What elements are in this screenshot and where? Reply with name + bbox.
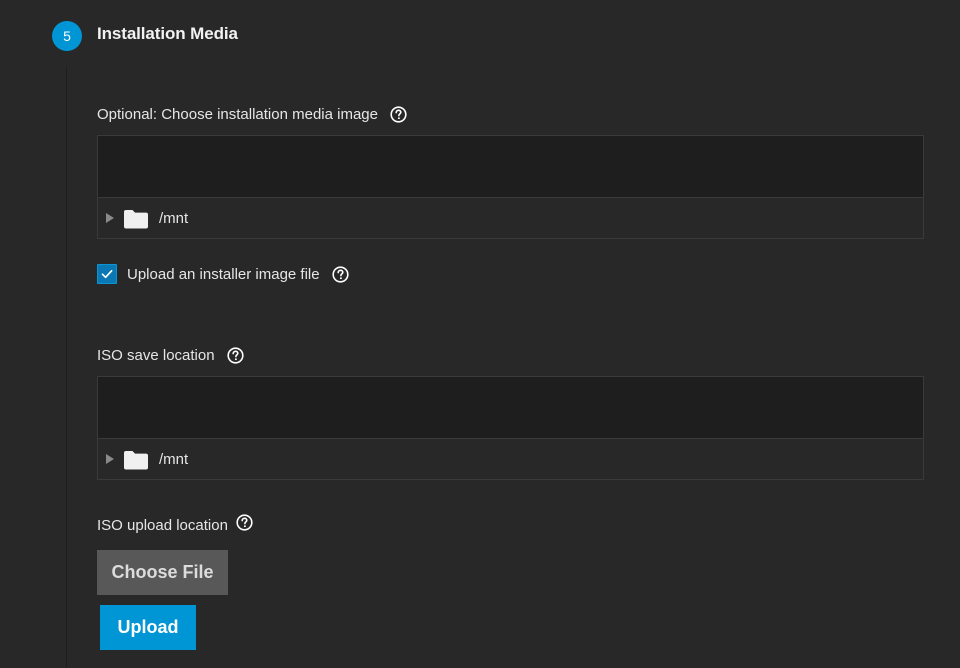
installation-media-field: Optional: Choose installation media imag…: [97, 106, 407, 123]
tree-node-mnt[interactable]: /mnt: [98, 198, 923, 239]
tree-header: [98, 377, 923, 439]
tree-node-mnt[interactable]: /mnt: [98, 439, 923, 480]
iso-upload-location-field: ISO upload location: [97, 514, 253, 534]
iso-upload-location-label: ISO upload location: [97, 517, 228, 534]
help-circle-icon[interactable]: [332, 265, 349, 283]
installation-media-label: Optional: Choose installation media imag…: [97, 106, 378, 123]
checkmark-icon: [101, 269, 113, 279]
upload-installer-checkbox[interactable]: [97, 264, 117, 284]
stepper-line: [66, 66, 67, 668]
help-circle-icon[interactable]: [226, 347, 244, 364]
choose-file-button[interactable]: Choose File: [97, 550, 228, 595]
help-circle-icon[interactable]: [390, 106, 407, 123]
iso-save-location-field: ISO save location: [97, 347, 244, 364]
upload-button[interactable]: Upload: [100, 605, 196, 650]
tree-header: [98, 136, 923, 198]
help-circle-icon[interactable]: [236, 514, 253, 531]
step-title: Installation Media: [97, 24, 238, 43]
upload-installer-checkbox-row[interactable]: Upload an installer image file: [97, 264, 349, 284]
iso-save-location-tree: /mnt: [97, 376, 924, 480]
iso-save-location-label: ISO save location: [97, 347, 215, 364]
triangle-right-icon[interactable]: [106, 212, 114, 223]
tree-node-label: /mnt: [159, 451, 189, 468]
installation-media-tree: /mnt: [97, 135, 924, 239]
folder-icon: [124, 209, 148, 228]
tree-node-label: /mnt: [159, 210, 189, 227]
triangle-right-icon[interactable]: [106, 453, 114, 464]
upload-installer-label: Upload an installer image file: [127, 265, 320, 283]
folder-icon: [124, 450, 148, 469]
step-number-badge: 5: [52, 21, 82, 51]
